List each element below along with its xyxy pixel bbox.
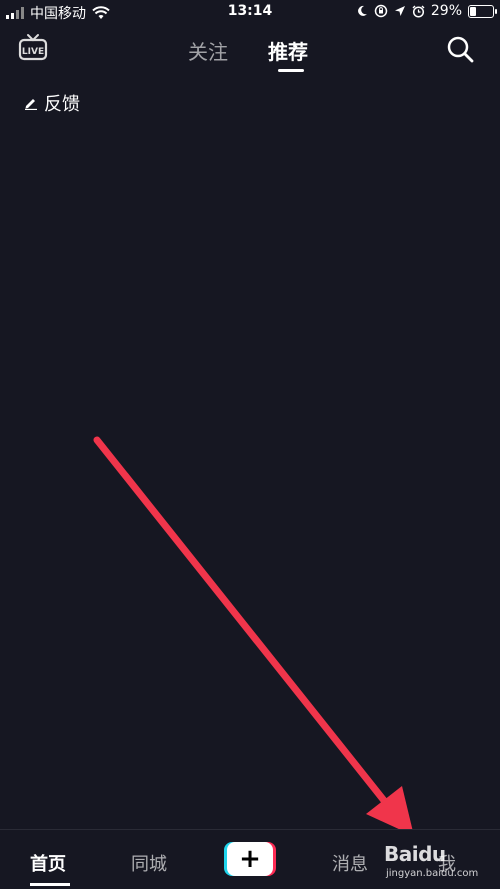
annotation-arrow bbox=[93, 436, 414, 836]
nav-home-indicator bbox=[30, 883, 70, 886]
arrow-shaft bbox=[93, 436, 394, 812]
plus-icon: + bbox=[227, 842, 273, 876]
nav-nearby[interactable]: 同城 bbox=[131, 850, 167, 876]
create-button[interactable]: + bbox=[224, 842, 276, 876]
watermark-logo: Baidu bbox=[384, 842, 446, 866]
nav-home[interactable]: 首页 bbox=[30, 850, 66, 876]
nav-messages[interactable]: 消息 bbox=[332, 850, 368, 876]
baidu-watermark: Baidu jingyan.baidu.com bbox=[384, 840, 500, 884]
watermark-url: jingyan.baidu.com bbox=[386, 868, 479, 879]
